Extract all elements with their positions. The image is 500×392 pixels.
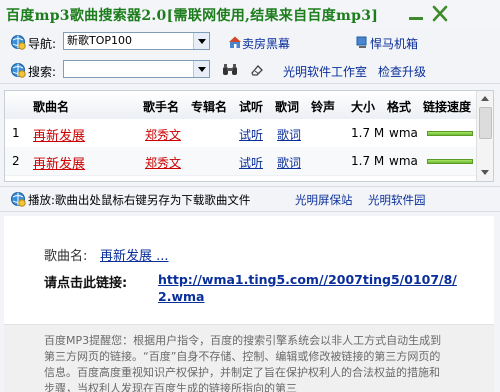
- detail-panel: 歌曲名: 再新发展 ... 请点击此链接: http://wma1.ting5.…: [4, 216, 494, 392]
- globe-icon: [11, 192, 26, 207]
- nav-select-value: 新歌TOP100: [67, 34, 133, 47]
- row-index: 2: [12, 154, 20, 168]
- search-input[interactable]: [63, 60, 210, 78]
- table-row[interactable]: 2 再新发展 郑秀文 试听 歌词 1.7 M wma: [5, 147, 477, 176]
- nav-label: 导航:: [28, 37, 57, 51]
- close-icon: [432, 5, 448, 22]
- row-song-link[interactable]: 再新发展: [33, 153, 85, 172]
- col-listen[interactable]: 试听: [239, 98, 263, 115]
- status-toolbar: 播放:歌曲出处鼠标右键另存为下载歌曲文件 光明屏保站 光明软件园: [0, 186, 500, 212]
- row-index: 1: [12, 126, 20, 140]
- download-link[interactable]: http://wma1.ting5.com//2007ting5/0107/8/…: [158, 271, 468, 305]
- screensaver-link[interactable]: 光明屏保站: [295, 192, 353, 208]
- nav-toolbar: 导航: 新歌TOP100 卖房黑幕 悍马机箱: [0, 30, 500, 55]
- col-ringtone[interactable]: 铃声: [311, 98, 335, 115]
- nav-link-ad2[interactable]: 悍马机箱: [370, 35, 418, 52]
- col-album[interactable]: 专辑名: [191, 98, 227, 115]
- window-title: 百度mp3歌曲搜索器2.0[需联网使用,结果来自百度mp3]: [6, 8, 379, 24]
- minimize-button[interactable]: [406, 4, 426, 24]
- scroll-down-icon[interactable]: [479, 167, 491, 179]
- results-table: 歌曲名 歌手名 专辑名 试听 歌词 铃声 大小 格式 链接速度 1 再新发展 郑…: [4, 90, 494, 182]
- nav-link-ad1[interactable]: 卖房黑幕: [242, 35, 290, 52]
- globe-search-icon: [11, 63, 26, 78]
- software-park-link[interactable]: 光明软件园: [368, 192, 426, 208]
- binoculars-icon[interactable]: [222, 63, 238, 77]
- row-artist-link[interactable]: 郑秀文: [145, 154, 181, 171]
- row-listen-link[interactable]: 试听: [239, 154, 263, 171]
- title-bar: 百度mp3歌曲搜索器2.0[需联网使用,结果来自百度mp3]: [0, 0, 500, 30]
- table-header: 歌曲名 歌手名 专辑名 试听 歌词 铃声 大小 格式 链接速度: [5, 91, 477, 120]
- col-artist[interactable]: 歌手名: [143, 98, 179, 115]
- results-scrollbar[interactable]: [476, 91, 493, 181]
- col-size[interactable]: 大小: [351, 98, 375, 115]
- row-format: wma: [389, 126, 418, 140]
- globe-icon: [11, 35, 26, 50]
- col-speed[interactable]: 链接速度: [423, 98, 471, 115]
- close-button[interactable]: [430, 4, 450, 24]
- scroll-thumb[interactable]: [479, 107, 492, 139]
- row-lyrics-link[interactable]: 歌词: [277, 126, 301, 143]
- row-speed-bar: [427, 131, 473, 136]
- chevron-down-icon[interactable]: [193, 33, 209, 49]
- col-song[interactable]: 歌曲名: [33, 98, 69, 115]
- house-icon: [229, 36, 241, 48]
- col-format[interactable]: 格式: [387, 98, 411, 115]
- row-speed-bar: [427, 159, 473, 164]
- nav-select[interactable]: 新歌TOP100: [63, 32, 210, 50]
- row-size: 1.7 M: [351, 154, 385, 168]
- status-text: 播放:歌曲出处鼠标右键另存为下载歌曲文件: [28, 193, 251, 207]
- link-prompt: 请点击此链接:: [44, 276, 128, 291]
- studio-link[interactable]: 光明软件工作室: [283, 63, 367, 80]
- disclaimer-box: 百度MP3提醒您：根据用户指令，百度的搜索引擎系统会以非人工方式自动生成到第三方…: [4, 324, 494, 392]
- search-label: 搜索:: [28, 65, 57, 79]
- row-lyrics-link[interactable]: 歌词: [277, 154, 301, 171]
- scroll-up-icon[interactable]: [479, 93, 491, 105]
- row-listen-link[interactable]: 试听: [239, 126, 263, 143]
- computer-case-icon: [356, 36, 367, 48]
- eraser-icon[interactable]: [250, 63, 264, 77]
- row-song-link[interactable]: 再新发展: [33, 125, 85, 144]
- song-name-label: 歌曲名:: [44, 249, 88, 264]
- col-lyrics[interactable]: 歌词: [275, 98, 299, 115]
- check-update-link[interactable]: 检查升级: [378, 63, 426, 80]
- disclaimer-text: 百度MP3提醒您：根据用户指令，百度的搜索引擎系统会以非人工方式自动生成到第三方…: [44, 334, 442, 392]
- song-name-link[interactable]: 再新发展 ...: [100, 245, 169, 264]
- row-size: 1.7 M: [351, 126, 385, 140]
- chevron-down-icon[interactable]: [193, 61, 209, 77]
- search-toolbar: 搜索: 光明软件工作室 检查升级: [0, 58, 500, 84]
- row-artist-link[interactable]: 郑秀文: [145, 126, 181, 143]
- table-row[interactable]: 1 再新发展 郑秀文 试听 歌词 1.7 M wma: [5, 119, 477, 148]
- row-format: wma: [389, 154, 418, 168]
